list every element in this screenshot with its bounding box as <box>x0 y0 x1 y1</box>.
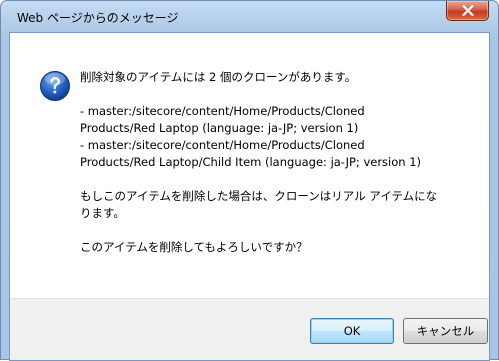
message-line: ります。 <box>80 206 125 220</box>
dialog-title: Web ページからのメッセージ <box>17 11 179 25</box>
message-line: このアイテムを削除してもよろしいですか？ <box>80 240 308 254</box>
dialog-message: 削除対象のアイテムには 2 個のクローンがあります。 - master:/sit… <box>80 69 480 256</box>
message-line: - master:/sitecore/content/Home/Products… <box>80 104 365 118</box>
message-dialog-window: Web ページからのメッセージ 削除対象のアイテムには 2 個のクローンがありま… <box>0 0 499 361</box>
question-icon <box>40 71 70 101</box>
message-line: もしこのアイテムを削除した場合は、クローンはリアル アイテムにな <box>80 189 438 203</box>
dialog-content: 削除対象のアイテムには 2 個のクローンがあります。 - master:/sit… <box>9 32 490 361</box>
close-button[interactable] <box>446 1 489 21</box>
message-line: Products/Red Laptop/Child Item (language… <box>80 155 422 169</box>
ok-button[interactable]: OK <box>310 318 394 344</box>
close-icon <box>462 5 474 16</box>
title-bar[interactable]: Web ページからのメッセージ <box>1 1 498 31</box>
cancel-button[interactable]: キャンセル <box>403 318 488 344</box>
message-line: Products/Red Laptop (language: ja-JP; ve… <box>80 121 359 135</box>
message-line: - master:/sitecore/content/Home/Products… <box>80 138 365 152</box>
message-line: 削除対象のアイテムには 2 個のクローンがあります。 <box>80 70 357 84</box>
